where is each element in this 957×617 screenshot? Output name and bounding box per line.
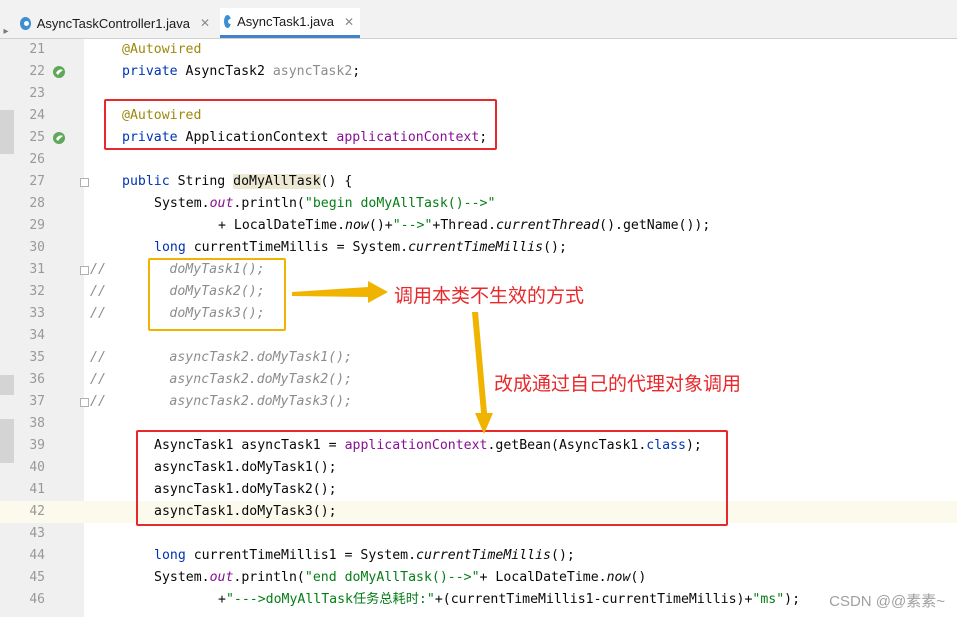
line-number: 24 xyxy=(29,108,45,123)
tab-label: AsyncTaskController1.java xyxy=(36,15,190,31)
editor-tab-bar: ▸ AsyncTaskController1.java ✕ AsyncTask1… xyxy=(0,8,957,39)
line-number: 39 xyxy=(29,438,45,453)
code-line: 36 // asyncTask2.doMyTask2(); xyxy=(0,369,957,391)
line-number: 44 xyxy=(29,548,45,563)
java-class-icon xyxy=(20,16,31,30)
line-number: 42 xyxy=(29,504,45,519)
highlight-box-application-context xyxy=(104,99,497,150)
code-text: long currentTimeMillis1 = System.current… xyxy=(154,548,575,563)
close-icon[interactable]: ✕ xyxy=(200,16,210,30)
line-number: 36 xyxy=(29,372,45,387)
line-number: 31 xyxy=(29,262,45,277)
code-line: 35 // asyncTask2.doMyTask1(); xyxy=(0,347,957,369)
code-text: long currentTimeMillis = System.currentT… xyxy=(154,240,567,255)
line-number: 32 xyxy=(29,284,45,299)
code-line: 34 xyxy=(0,325,957,347)
line-number: 25 xyxy=(29,130,45,145)
tab-label: AsyncTask1.java xyxy=(237,14,334,29)
line-number: 35 xyxy=(29,350,45,365)
code-line: 22 private AsyncTask2 asyncTask2; xyxy=(0,61,957,83)
code-text: // asyncTask2.doMyTask1(); xyxy=(90,350,353,365)
code-text: // asyncTask2.doMyTask2(); xyxy=(90,372,353,387)
fold-icon[interactable] xyxy=(80,266,89,275)
tab-asynctask1[interactable]: AsyncTask1.java ✕ xyxy=(220,8,360,38)
line-number: 23 xyxy=(29,86,45,101)
code-text: + LocalDateTime.now()+"-->"+Thread.curre… xyxy=(218,218,711,233)
line-number: 45 xyxy=(29,570,45,585)
line-number: 29 xyxy=(29,218,45,233)
spring-bean-icon[interactable] xyxy=(52,131,66,145)
code-line: 44 long currentTimeMillis1 = System.curr… xyxy=(0,545,957,567)
java-class-icon xyxy=(224,15,234,28)
line-number: 43 xyxy=(29,526,45,541)
close-icon[interactable]: ✕ xyxy=(344,15,354,29)
code-line: 27 public String doMyAllTask() { xyxy=(0,171,957,193)
code-line: 31 // doMyTask1(); xyxy=(0,259,957,281)
annotation-note: 改成通过自己的代理对象调用 xyxy=(494,374,742,395)
line-number: 38 xyxy=(29,416,45,431)
code-line: 37 // asyncTask2.doMyTask3(); xyxy=(0,391,957,413)
line-number: 37 xyxy=(29,394,45,409)
code-line: 43 xyxy=(0,523,957,545)
code-line: 46 +"--->doMyAllTask任务总耗时:"+(currentTime… xyxy=(0,589,957,611)
highlight-box-proxy-calls xyxy=(136,430,728,526)
line-number: 30 xyxy=(29,240,45,255)
line-number: 33 xyxy=(29,306,45,321)
code-text: @Autowired xyxy=(122,42,202,57)
highlight-box-self-calls xyxy=(148,258,286,331)
line-number: 46 xyxy=(29,592,45,607)
watermark: CSDN @@素素~ xyxy=(829,593,945,610)
line-number: 28 xyxy=(29,196,45,211)
code-line: 29 + LocalDateTime.now()+"-->"+Thread.cu… xyxy=(0,215,957,237)
fold-icon[interactable] xyxy=(80,398,89,407)
spring-bean-icon[interactable] xyxy=(52,65,66,79)
code-text: System.out.println("begin doMyAllTask()-… xyxy=(154,196,496,211)
line-number: 22 xyxy=(29,64,45,79)
code-line: 21 @Autowired xyxy=(0,39,957,61)
code-line: 28 System.out.println("begin doMyAllTask… xyxy=(0,193,957,215)
code-line: 26 xyxy=(0,149,957,171)
code-text: +"--->doMyAllTask任务总耗时:"+(currentTimeMil… xyxy=(218,592,801,607)
fold-icon[interactable] xyxy=(80,178,89,187)
code-text: private AsyncTask2 asyncTask2; xyxy=(122,64,361,79)
line-number: 41 xyxy=(29,482,45,497)
tab-asynctaskcontroller1[interactable]: AsyncTaskController1.java ✕ xyxy=(16,8,216,38)
line-number: 27 xyxy=(29,174,45,189)
line-number: 34 xyxy=(29,328,45,343)
code-text: // asyncTask2.doMyTask3(); xyxy=(90,394,353,409)
line-number: 40 xyxy=(29,460,45,475)
code-line: 45 System.out.println("end doMyAllTask()… xyxy=(0,567,957,589)
annotation-note: 调用本类不生效的方式 xyxy=(394,286,585,307)
line-number: 21 xyxy=(29,42,45,57)
line-number: 26 xyxy=(29,152,45,167)
code-line: 30 long currentTimeMillis = System.curre… xyxy=(0,237,957,259)
code-text: public String doMyAllTask() { xyxy=(122,174,353,189)
code-text: System.out.println("end doMyAllTask()-->… xyxy=(154,570,647,585)
